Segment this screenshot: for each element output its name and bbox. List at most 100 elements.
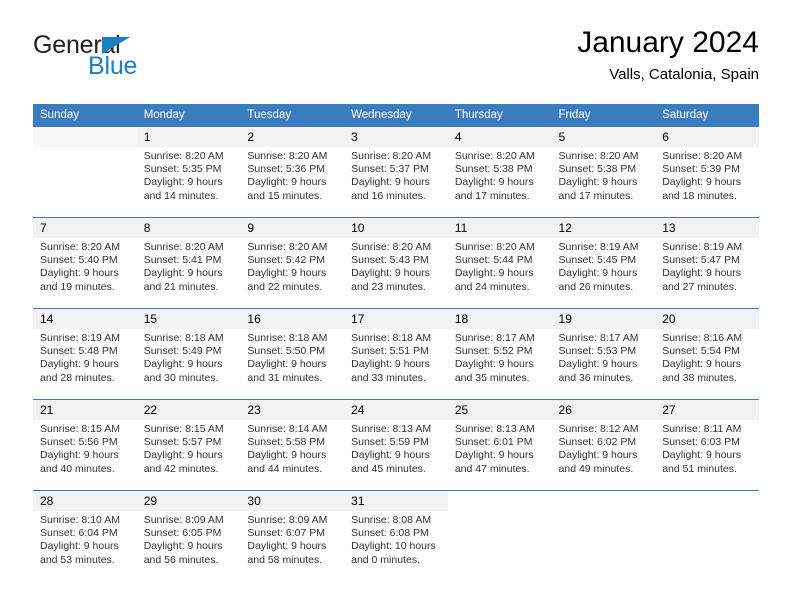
day-number: 14	[33, 309, 137, 329]
day-details: Sunrise: 8:20 AM Sunset: 5:38 PM Daylight:…	[448, 147, 552, 203]
calendar-cell: 18 Sunrise: 8:17 AM Sunset: 5:52 PM Dayligh…	[447, 308, 552, 400]
daylight-text-line2: and 44 minutes.	[247, 462, 323, 475]
day-cell[interactable]: 29 Sunrise: 8:09 AM Sunset: 6:05 PM Dayligh…	[136, 491, 241, 581]
sunset-text: Sunset: 5:39 PM	[662, 163, 740, 176]
daylight-text-line1: Daylight: 10 hours	[351, 540, 436, 553]
day-cell[interactable]: 3 Sunrise: 8:20 AM Sunset: 5:37 PM Daylight…	[344, 127, 448, 217]
calendar-cell	[655, 490, 759, 581]
day-cell[interactable]: 26 Sunrise: 8:12 AM Sunset: 6:02 PM Dayligh…	[551, 400, 656, 490]
daylight-text-line1: Daylight: 9 hours	[247, 176, 327, 189]
day-number: 13	[655, 218, 759, 238]
calendar-cell: 23 Sunrise: 8:14 AM Sunset: 5:58 PM Dayligh…	[240, 399, 345, 491]
daylight-text-line2: and 17 minutes.	[454, 189, 530, 202]
daylight-text-line1: Daylight: 9 hours	[247, 267, 327, 280]
day-cell[interactable]: 17 Sunrise: 8:18 AM Sunset: 5:51 PM Dayligh…	[344, 309, 448, 399]
calendar-cell: 4 Sunrise: 8:20 AM Sunset: 5:38 PM Daylight…	[447, 127, 552, 218]
daylight-text-line1: Daylight: 9 hours	[662, 449, 742, 462]
daylight-text-line1: Daylight: 9 hours	[351, 449, 430, 462]
day-cell[interactable]: 12 Sunrise: 8:19 AM Sunset: 5:45 PM Dayligh…	[551, 218, 656, 308]
daylight-text-line2: and 53 minutes.	[40, 553, 115, 566]
day-cell[interactable]: 21 Sunrise: 8:15 AM Sunset: 5:56 PM Dayligh…	[33, 400, 137, 490]
day-details: Sunrise: 8:13 AM Sunset: 6:01 PM Daylight:…	[448, 420, 552, 476]
daylight-text-line2: and 14 minutes.	[143, 189, 219, 202]
sunset-text: Sunset: 5:45 PM	[558, 254, 637, 267]
sunset-text: Sunset: 5:54 PM	[662, 345, 740, 358]
day-details: Sunrise: 8:18 AM Sunset: 5:49 PM Daylight:…	[137, 329, 241, 385]
day-cell[interactable]: 22 Sunrise: 8:15 AM Sunset: 5:57 PM Dayligh…	[136, 400, 241, 490]
day-number: 24	[344, 400, 448, 420]
day-cell[interactable]: 7 Sunrise: 8:20 AM Sunset: 5:40 PM Daylight…	[33, 218, 137, 308]
day-cell[interactable]: 30 Sunrise: 8:09 AM Sunset: 6:07 PM Dayligh…	[240, 491, 345, 581]
calendar-cell: 11 Sunrise: 8:20 AM Sunset: 5:44 PM Dayligh…	[447, 217, 552, 309]
day-number: 19	[551, 309, 656, 329]
sunrise-text: Sunrise: 8:13 AM	[454, 423, 535, 435]
day-number: 8	[136, 218, 241, 238]
sunset-text: Sunset: 5:52 PM	[454, 345, 533, 358]
sunrise-text: Sunrise: 8:20 AM	[247, 150, 328, 162]
day-number	[552, 491, 656, 511]
day-cell[interactable]: 23 Sunrise: 8:14 AM Sunset: 5:58 PM Dayligh…	[240, 400, 345, 490]
day-cell[interactable]: 27 Sunrise: 8:11 AM Sunset: 6:03 PM Dayligh…	[655, 400, 759, 490]
day-number: 27	[655, 400, 759, 420]
day-cell[interactable]: 1 Sunrise: 8:20 AM Sunset: 5:35 PM Daylight…	[136, 127, 241, 217]
day-number: 10	[344, 218, 448, 238]
day-cell[interactable]: 10 Sunrise: 8:20 AM Sunset: 5:43 PM Dayligh…	[344, 218, 448, 308]
weekday-header-wednesday: Wednesday	[344, 104, 448, 127]
day-cell[interactable]: 15 Sunrise: 8:18 AM Sunset: 5:49 PM Dayligh…	[136, 309, 241, 399]
daylight-text-line2: and 21 minutes.	[143, 280, 219, 293]
sunset-text: Sunset: 5:59 PM	[351, 436, 429, 449]
day-number: 4	[447, 127, 552, 147]
day-cell[interactable]: 19 Sunrise: 8:17 AM Sunset: 5:53 PM Dayligh…	[551, 309, 656, 399]
day-number	[448, 491, 552, 511]
logo[interactable]: General Blue	[33, 32, 233, 88]
day-cell[interactable]: 24 Sunrise: 8:13 AM Sunset: 5:59 PM Dayligh…	[344, 400, 448, 490]
day-number: 28	[33, 491, 137, 511]
calendar-week-row: 1 Sunrise: 8:20 AM Sunset: 5:35 PM Daylight…	[33, 127, 759, 218]
day-cell[interactable]: 11 Sunrise: 8:20 AM Sunset: 5:44 PM Dayligh…	[447, 218, 552, 308]
sunrise-text: Sunrise: 8:19 AM	[40, 332, 120, 344]
day-cell[interactable]: 9 Sunrise: 8:20 AM Sunset: 5:42 PM Daylight…	[240, 218, 345, 308]
day-cell[interactable]: 28 Sunrise: 8:10 AM Sunset: 6:04 PM Dayligh…	[33, 491, 137, 581]
day-cell[interactable]: 14 Sunrise: 8:19 AM Sunset: 5:48 PM Dayligh…	[33, 309, 137, 399]
sunrise-text: Sunrise: 8:20 AM	[662, 150, 743, 162]
sunrise-text: Sunrise: 8:20 AM	[351, 150, 432, 162]
sunrise-text: Sunrise: 8:18 AM	[247, 332, 328, 344]
sunrise-text: Sunrise: 8:20 AM	[247, 241, 328, 253]
day-cell[interactable]: 20 Sunrise: 8:16 AM Sunset: 5:54 PM Dayligh…	[655, 309, 759, 399]
day-cell[interactable]: 13 Sunrise: 8:19 AM Sunset: 5:47 PM Dayligh…	[655, 218, 759, 308]
sunset-text: Sunset: 5:58 PM	[247, 436, 326, 449]
weekday-header-friday: Friday	[551, 104, 656, 127]
day-details: Sunrise: 8:16 AM Sunset: 5:54 PM Daylight:…	[655, 329, 759, 385]
calendar-cell: 12 Sunrise: 8:19 AM Sunset: 5:45 PM Dayligh…	[551, 217, 656, 309]
day-cell[interactable]: 2 Sunrise: 8:20 AM Sunset: 5:36 PM Daylight…	[240, 127, 345, 217]
day-cell[interactable]: 16 Sunrise: 8:18 AM Sunset: 5:50 PM Dayligh…	[240, 309, 345, 399]
day-cell[interactable]: 18 Sunrise: 8:17 AM Sunset: 5:52 PM Dayligh…	[447, 309, 552, 399]
day-details: Sunrise: 8:11 AM Sunset: 6:03 PM Daylight:…	[655, 420, 759, 476]
day-cell[interactable]: 6 Sunrise: 8:20 AM Sunset: 5:39 PM Daylight…	[655, 127, 759, 217]
daylight-text-line2: and 18 minutes.	[662, 189, 737, 202]
day-cell[interactable]: 25 Sunrise: 8:13 AM Sunset: 6:01 PM Dayligh…	[447, 400, 552, 490]
daylight-text-line1: Daylight: 9 hours	[558, 358, 638, 371]
sunrise-text: Sunrise: 8:20 AM	[40, 241, 120, 253]
day-details: Sunrise: 8:20 AM Sunset: 5:39 PM Daylight:…	[655, 147, 759, 203]
day-cell[interactable]: 5 Sunrise: 8:20 AM Sunset: 5:38 PM Daylight…	[551, 127, 656, 217]
day-cell[interactable]: 4 Sunrise: 8:20 AM Sunset: 5:38 PM Daylight…	[447, 127, 552, 217]
day-cell[interactable]: 8 Sunrise: 8:20 AM Sunset: 5:41 PM Daylight…	[136, 218, 241, 308]
day-cell[interactable]: 31 Sunrise: 8:08 AM Sunset: 6:08 PM Dayligh…	[344, 491, 448, 581]
daylight-text-line2: and 40 minutes.	[40, 462, 115, 475]
daylight-text-line1: Daylight: 9 hours	[247, 449, 327, 462]
calendar-cell: 15 Sunrise: 8:18 AM Sunset: 5:49 PM Dayligh…	[136, 308, 241, 400]
day-details: Sunrise: 8:17 AM Sunset: 5:53 PM Daylight:…	[552, 329, 656, 385]
page-title: January 2024	[577, 26, 759, 59]
sunrise-text: Sunrise: 8:20 AM	[454, 150, 535, 162]
daylight-text-line1: Daylight: 9 hours	[662, 176, 742, 189]
day-details: Sunrise: 8:20 AM Sunset: 5:35 PM Daylight:…	[137, 147, 241, 203]
sunset-text: Sunset: 5:50 PM	[247, 345, 326, 358]
sunset-text: Sunset: 6:01 PM	[454, 436, 533, 449]
daylight-text-line1: Daylight: 9 hours	[454, 176, 534, 189]
day-number: 22	[136, 400, 241, 420]
day-number: 5	[551, 127, 656, 147]
page-header: General Blue January 2024 Valls, Catalon…	[33, 24, 759, 96]
daylight-text-line2: and 17 minutes.	[558, 189, 634, 202]
day-cell-empty	[552, 491, 656, 581]
